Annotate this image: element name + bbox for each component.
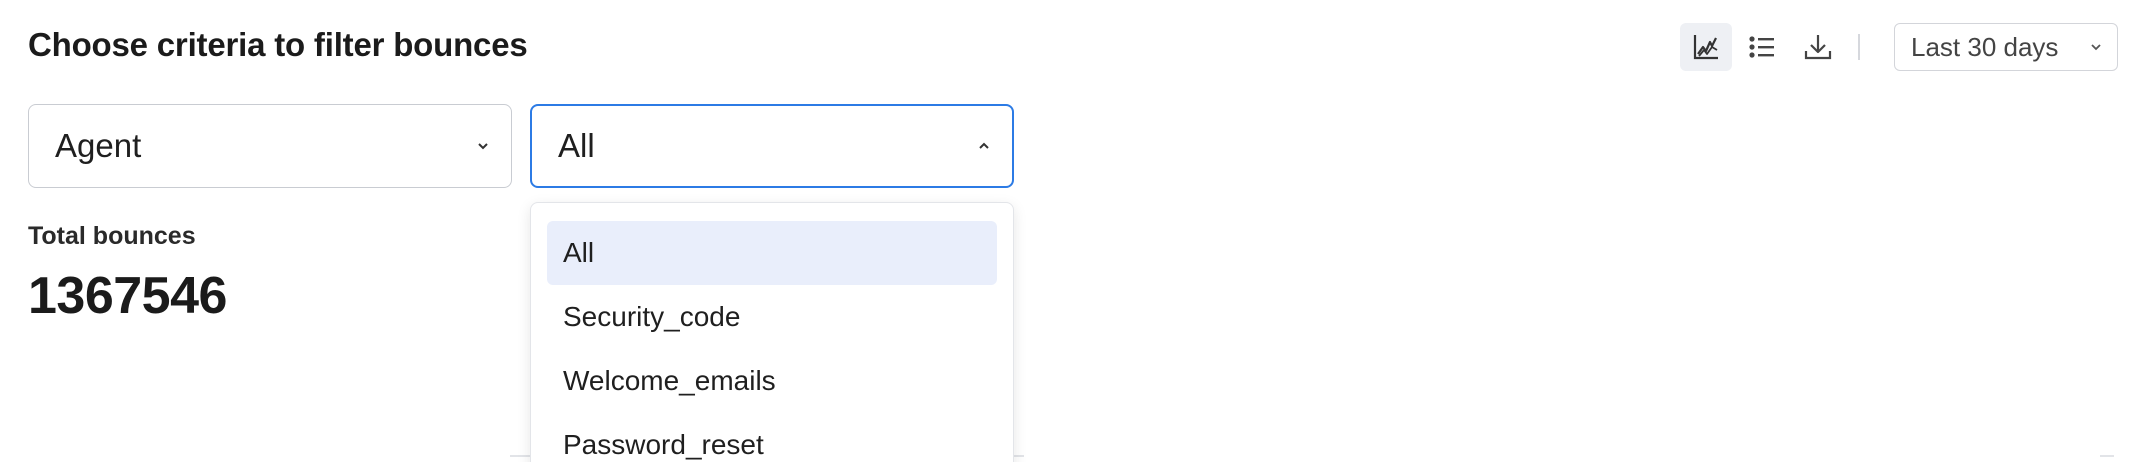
chevron-down-icon [2091, 44, 2101, 51]
dropdown-option-welcome-emails[interactable]: Welcome_emails [547, 349, 997, 413]
value-select[interactable]: All [530, 104, 1014, 188]
value-dropdown-menu: All Security_code Welcome_emails Passwor… [530, 202, 1014, 462]
divider [2100, 455, 2114, 457]
chevron-up-icon [979, 142, 989, 149]
dropdown-option-all[interactable]: All [547, 221, 997, 285]
divider [510, 455, 530, 457]
criteria-select[interactable]: Agent [28, 104, 512, 188]
chevron-down-icon [478, 143, 488, 150]
dropdown-option-security-code[interactable]: Security_code [547, 285, 997, 349]
chart-view-button[interactable] [1680, 23, 1732, 71]
bounce-report-panel: Choose criteria to filter bounces Last 3… [0, 0, 2144, 462]
page-title: Choose criteria to filter bounces [28, 26, 528, 63]
total-bounces-label: Total bounces [28, 222, 196, 250]
criteria-select-label: Agent [55, 127, 142, 164]
dropdown-option-password-reset[interactable]: Password_reset [547, 413, 997, 462]
list-icon [1749, 36, 1774, 58]
total-bounces-value: 1367546 [28, 267, 227, 325]
chart-line-icon [1693, 35, 1718, 60]
toolbar-divider [1858, 34, 1860, 60]
download-button[interactable] [1792, 23, 1844, 71]
download-icon [1804, 35, 1832, 60]
date-range-select[interactable]: Last 30 days [1894, 23, 2118, 71]
date-range-label: Last 30 days [1911, 31, 2059, 62]
report-toolbar: Last 30 days [1680, 22, 2118, 72]
list-view-button[interactable] [1736, 23, 1788, 71]
value-select-label: All [558, 127, 595, 164]
